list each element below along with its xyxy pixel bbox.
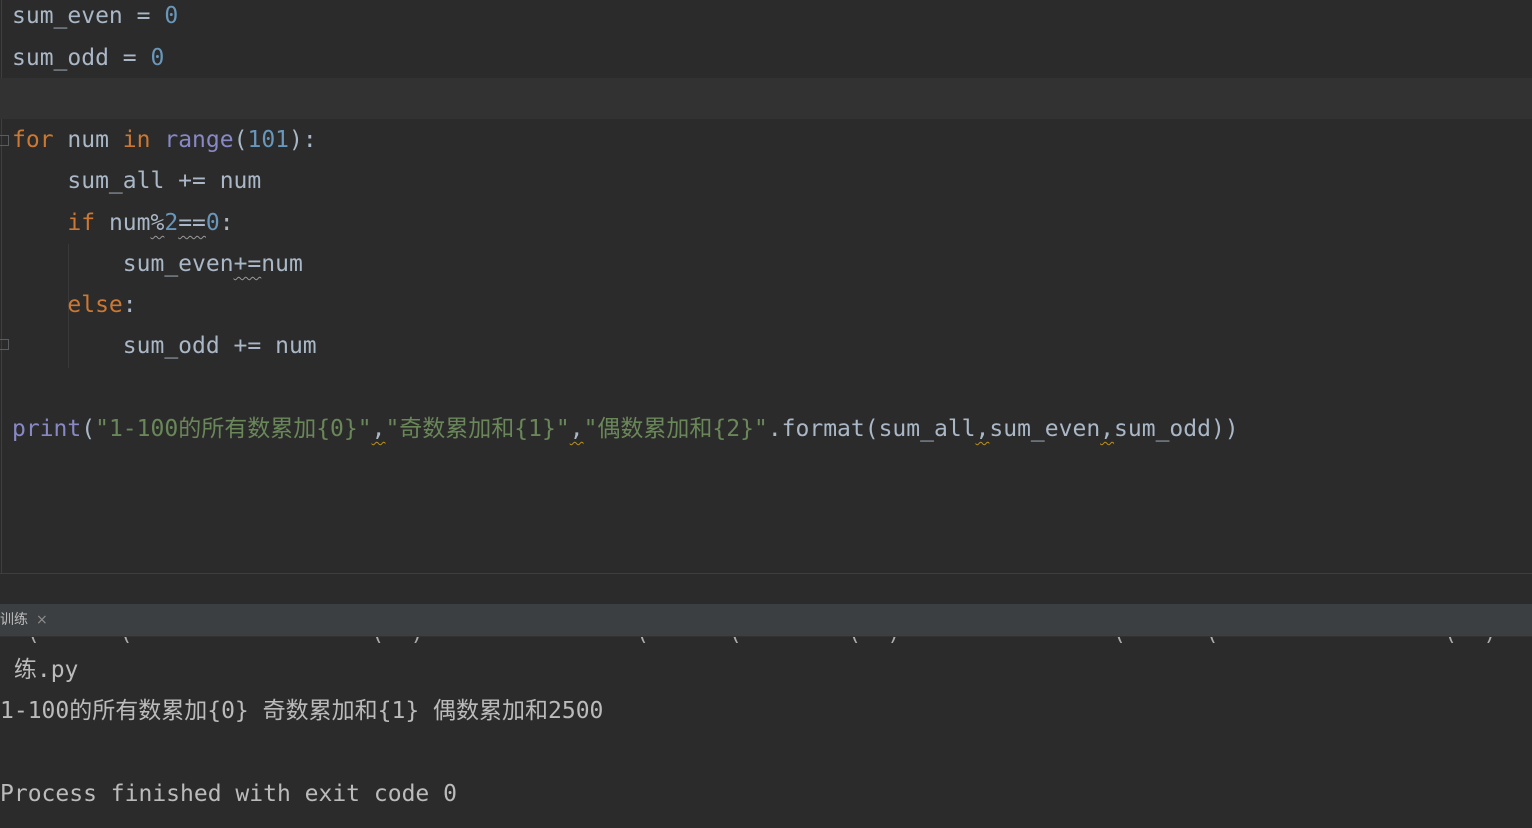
number-literal: 2 <box>164 210 179 236</box>
punct: : <box>122 292 137 318</box>
comma-warning: , <box>1100 416 1115 442</box>
number-literal: 0 <box>164 3 179 29</box>
identifier: num <box>261 251 303 277</box>
run-tab[interactable]: 训练 × <box>0 604 48 637</box>
identifier: sum_odd)) <box>1114 416 1239 442</box>
code-line-4: for num in range(101): <box>12 120 317 161</box>
number-literal: 0 <box>205 210 220 236</box>
string-literal: "偶数累加和{2}" <box>583 416 768 442</box>
keyword: in <box>122 127 151 153</box>
punct: ( <box>81 416 96 442</box>
identifier: sum_odd <box>12 45 109 71</box>
fold-start-icon[interactable] <box>0 135 9 146</box>
comma-warning: , <box>975 416 990 442</box>
console-line: Process finished with exit code 0 <box>0 781 457 807</box>
builtin: range <box>164 127 234 153</box>
code-line-6: if num%2==0: <box>12 203 234 244</box>
punct: : <box>219 210 234 236</box>
number-literal: 101 <box>247 127 290 153</box>
code-line-9: sum_odd += num <box>12 333 317 359</box>
operator-warning: % <box>150 210 165 236</box>
current-line-highlight <box>0 78 1532 119</box>
punct: ( <box>233 127 248 153</box>
run-tool-window-header: 训练 × <box>0 604 1532 637</box>
console-line: 练.py <box>0 657 79 683</box>
method-call: .format(sum_all <box>767 416 976 442</box>
string-literal: "1-100的所有数累加{0}" <box>95 416 372 442</box>
keyword: else <box>67 292 123 318</box>
run-tab-label: 训练 <box>0 612 28 628</box>
operator: = <box>108 45 151 71</box>
close-icon[interactable]: × <box>36 604 48 637</box>
fold-end-icon[interactable] <box>0 339 9 350</box>
punct: ): <box>289 127 317 153</box>
code-line-5: sum_all += num <box>12 168 262 194</box>
operator-warning: == <box>178 210 206 236</box>
number-literal: 0 <box>150 45 165 71</box>
comma-warning: , <box>371 416 386 442</box>
comma-warning: , <box>569 416 584 442</box>
code-line-11: print("1-100的所有数累加{0}","奇数累加和{1}","偶数累加和… <box>12 409 1239 450</box>
code-line-1: sum_even = 0 <box>12 0 178 37</box>
code-editor[interactable]: sum_even = 0 sum_odd = 0 for num in rang… <box>0 0 1532 573</box>
keyword: if <box>67 210 96 236</box>
panel-divider[interactable] <box>0 573 1532 604</box>
operator: = <box>122 3 165 29</box>
console-cut-line: ( ( ( ) ( ( ( ) ( ( ( ) <box>0 637 1496 646</box>
builtin: print <box>12 416 82 442</box>
run-console[interactable]: ( ( ( ) ( ( ( ) ( ( ( ) 练.py 1-100的所有数累加… <box>0 637 1532 828</box>
identifier: sum_even <box>12 251 234 277</box>
identifier: num <box>53 127 123 153</box>
code-line-2: sum_odd = 0 <box>12 38 164 79</box>
code-line-7: sum_even+=num <box>12 244 303 285</box>
console-line: 1-100的所有数累加{0} 奇数累加和{1} 偶数累加和2500 <box>0 698 604 724</box>
keyword: for <box>12 127 54 153</box>
identifier: num <box>95 210 151 236</box>
operator-warning: += <box>233 251 262 277</box>
code-line-8: else: <box>12 285 137 326</box>
string-literal: "奇数累加和{1}" <box>385 416 570 442</box>
identifier: sum_even <box>12 3 123 29</box>
identifier: sum_even <box>989 416 1101 442</box>
